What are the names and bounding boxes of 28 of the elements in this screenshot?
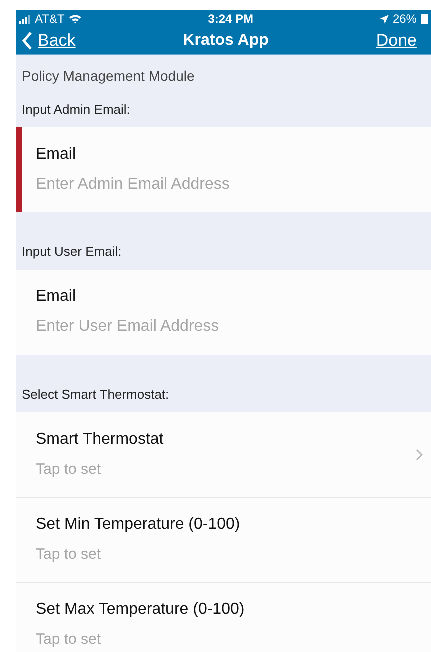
section-header: Input Admin Email: — [21, 100, 132, 119]
picker-row[interactable]: Set Min Temperature (0-100) Tap to set — [16, 497, 431, 582]
field-label: Email — [36, 287, 78, 307]
battery-icon — [420, 14, 428, 24]
section-header: Input User Email: — [21, 243, 123, 261]
row-value: Tap to set — [36, 545, 102, 566]
back-link[interactable]: Back — [22, 28, 76, 54]
chevron-left-icon — [22, 32, 33, 50]
done-link[interactable]: Done — [376, 28, 425, 54]
module-title: Policy Management Module — [21, 66, 196, 86]
email-input[interactable]: Enter Admin Email Address — [36, 172, 396, 196]
wifi-icon — [68, 14, 82, 24]
location-icon — [380, 14, 389, 24]
row-value: Tap to set — [36, 630, 102, 650]
nav-title: Kratos App — [183, 30, 269, 51]
email-input[interactable]: Enter User Email Address — [36, 315, 396, 339]
field-label: Email — [36, 144, 78, 164]
row-label: Set Min Temperature (0-100) — [36, 515, 240, 536]
picker-row[interactable]: Set Max Temperature (0-100) Tap to set — [16, 582, 431, 652]
row-label: Set Max Temperature (0-100) — [36, 600, 245, 620]
section-header: Select Smart Thermostat: — [21, 386, 170, 404]
status-time: 3:24 PM — [208, 11, 254, 28]
row-value: Tap to set — [36, 460, 102, 480]
carrier-name: AT&T — [35, 11, 65, 28]
battery-percent: 26% — [392, 11, 417, 28]
picker-row[interactable]: Smart Thermostat Tap to set — [16, 412, 431, 497]
signal-icon — [19, 14, 31, 24]
row-label: Smart Thermostat — [36, 430, 164, 450]
